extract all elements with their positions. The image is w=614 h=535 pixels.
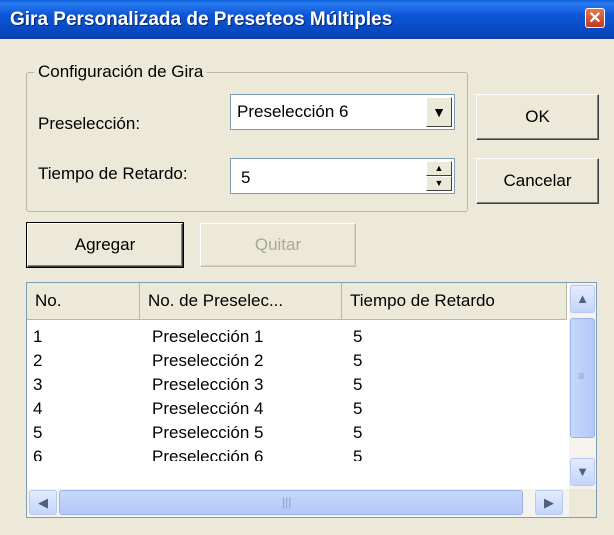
remove-button[interactable]: Quitar xyxy=(200,223,356,267)
row-delay: 5 xyxy=(353,327,363,346)
spin-up-icon[interactable]: ▲ xyxy=(426,161,452,176)
row-preset: Preselección 1 xyxy=(152,327,264,346)
horizontal-scrollbar[interactable]: ◀ ||| ▶ xyxy=(27,489,569,517)
table-row[interactable]: 1 Preselección 1 5 xyxy=(27,325,567,349)
close-button[interactable]: ✕ xyxy=(585,8,605,28)
dropdown-arrow-icon[interactable]: ▼ xyxy=(426,97,452,127)
group-legend: Configuración de Gira xyxy=(34,62,208,82)
scroll-down-icon[interactable]: ▼ xyxy=(570,458,595,486)
list-header: No. No. de Preselec... Tiempo de Retardo xyxy=(27,283,567,320)
preset-select-value: Preselección 6 xyxy=(237,102,349,121)
row-delay: 5 xyxy=(353,423,363,442)
table-row[interactable]: 4 Preselección 4 5 xyxy=(27,397,567,421)
cancel-button[interactable]: Cancelar xyxy=(476,158,599,204)
row-no: 5 xyxy=(33,423,43,442)
row-preset: Preselección 2 xyxy=(152,351,264,370)
table-row[interactable]: 3 Preselección 3 5 xyxy=(27,373,567,397)
add-button[interactable]: Agregar xyxy=(26,222,184,268)
row-no: 3 xyxy=(33,375,43,394)
spin-down-icon[interactable]: ▼ xyxy=(426,176,452,191)
table-row[interactable]: 5 Preselección 5 5 xyxy=(27,421,567,445)
scroll-corner xyxy=(569,489,596,517)
delay-spinner[interactable]: 5 ▲ ▼ xyxy=(230,158,455,194)
horizontal-scroll-thumb[interactable]: ||| xyxy=(59,490,523,515)
scroll-left-icon[interactable]: ◀ xyxy=(29,490,57,515)
column-header-preset[interactable]: No. de Preselec... xyxy=(140,283,342,319)
table-row[interactable]: 2 Preselección 2 5 xyxy=(27,349,567,373)
row-preset: Preselección 3 xyxy=(152,375,264,394)
delay-label: Tiempo de Retardo: xyxy=(38,164,188,183)
row-no: 1 xyxy=(33,327,43,346)
scroll-right-icon[interactable]: ▶ xyxy=(535,490,563,515)
column-header-delay[interactable]: Tiempo de Retardo xyxy=(342,283,567,319)
delay-spinner-value: 5 xyxy=(241,168,251,187)
row-preset: Preselección 5 xyxy=(152,423,264,442)
row-no: 4 xyxy=(33,399,43,418)
row-delay: 5 xyxy=(353,375,363,394)
scroll-up-icon[interactable]: ▲ xyxy=(570,285,595,313)
row-no: 2 xyxy=(33,351,43,370)
row-delay: 5 xyxy=(353,399,363,418)
preset-label: Preselección: xyxy=(38,114,141,133)
row-delay: 5 xyxy=(353,351,363,370)
title-bar[interactable]: Gira Personalizada de Preseteos Múltiple… xyxy=(0,0,614,39)
ok-button[interactable]: OK xyxy=(476,94,599,140)
vertical-scroll-thumb[interactable]: ≡ xyxy=(570,318,595,438)
close-icon: ✕ xyxy=(588,10,602,27)
preset-select[interactable]: Preselección 6 ▼ xyxy=(230,94,455,130)
vertical-scrollbar[interactable]: ▲ ≡ ▼ xyxy=(569,283,596,489)
row-preset: Preselección 4 xyxy=(152,399,264,418)
dialog-window: Gira Personalizada de Preseteos Múltiple… xyxy=(0,0,614,535)
column-header-no[interactable]: No. xyxy=(27,283,140,319)
window-title: Gira Personalizada de Preseteos Múltiple… xyxy=(10,9,393,30)
preset-list[interactable]: No. No. de Preselec... Tiempo de Retardo… xyxy=(26,282,597,518)
